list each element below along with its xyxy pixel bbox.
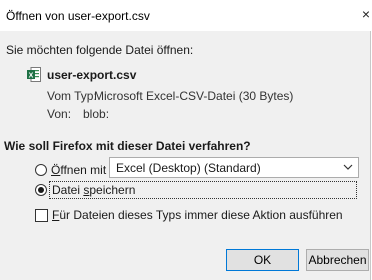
- open-with-label[interactable]: Öffnen mit: [51, 163, 106, 177]
- always-do-this-label[interactable]: Für Dateien dieses Typs immer diese Akti…: [52, 208, 343, 222]
- intro-text: Sie möchten folgende Datei öffnen:: [6, 43, 194, 57]
- chevron-down-icon: [343, 164, 353, 170]
- file-type-value: Microsoft Excel-CSV-Datei (30 Bytes): [94, 89, 294, 103]
- open-with-radio[interactable]: [35, 164, 47, 176]
- application-select[interactable]: Excel (Desktop) (Standard): [109, 157, 359, 178]
- file-type-label: Vom Typ:: [47, 89, 97, 103]
- file-source-value: blob:: [83, 107, 110, 121]
- window-title: Öffnen von user-export.csv: [6, 9, 150, 23]
- download-dialog: Sie möchten folgende Datei öffnen: X use…: [0, 31, 371, 280]
- title-bar: Öffnen von user-export.csv ×: [0, 0, 372, 31]
- close-icon[interactable]: ×: [360, 7, 372, 21]
- file-source-label: Von:: [47, 107, 72, 121]
- svg-text:X: X: [29, 73, 34, 80]
- action-question: Wie soll Firefox mit dieser Datei verfah…: [4, 139, 251, 153]
- excel-csv-file-icon: X: [27, 67, 41, 82]
- save-file-label[interactable]: Datei speichern: [52, 183, 135, 197]
- always-do-this-checkbox[interactable]: [35, 209, 48, 222]
- cancel-button[interactable]: Abbrechen: [306, 249, 369, 271]
- ok-button[interactable]: OK: [226, 249, 299, 271]
- application-select-value: Excel (Desktop) (Standard): [116, 161, 261, 175]
- save-file-radio[interactable]: [35, 184, 47, 196]
- file-name: user-export.csv: [47, 68, 137, 82]
